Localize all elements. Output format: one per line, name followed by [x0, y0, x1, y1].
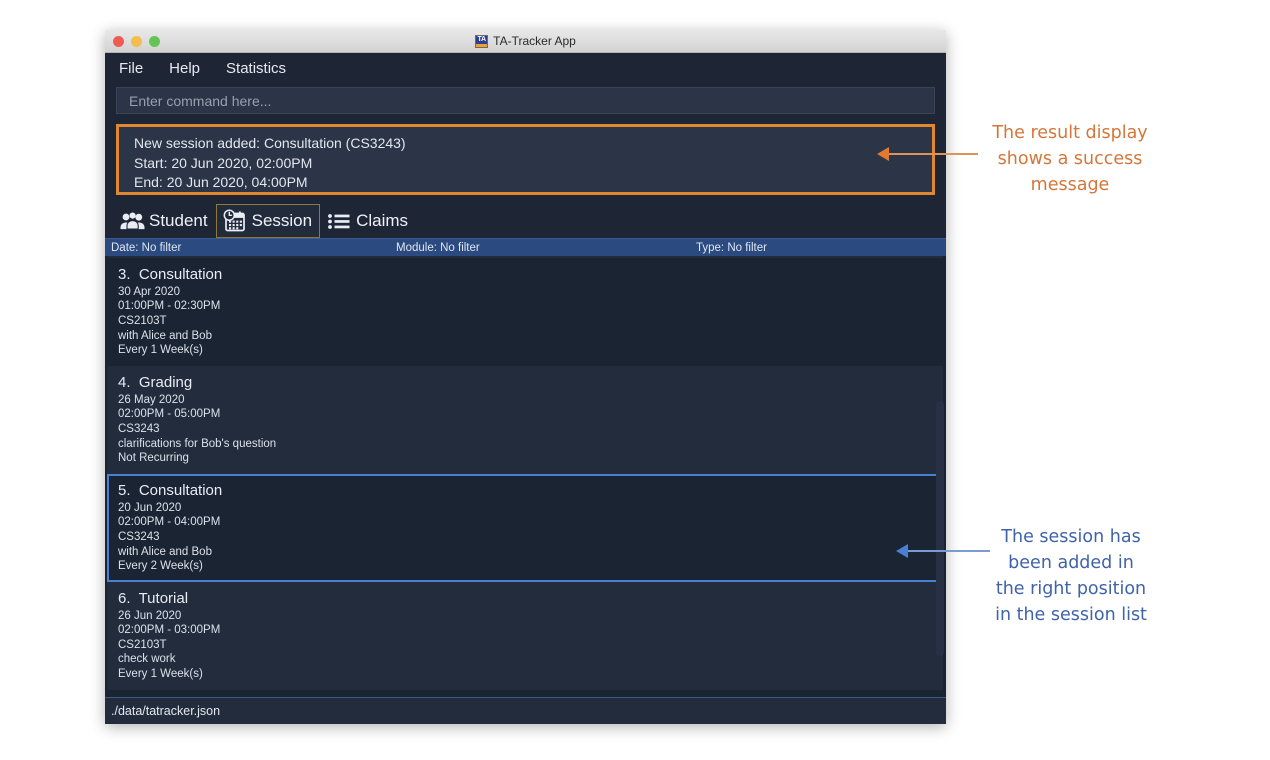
window-title-group: TA-Tracker App	[105, 34, 946, 48]
app-window: TA-Tracker App File Help Statistics Ente…	[105, 30, 946, 724]
session-recurrence: Not Recurring	[118, 452, 189, 465]
result-annotation-line-1: The result display	[992, 123, 1148, 143]
bulleted-list-icon	[326, 209, 352, 233]
session-time: 02:00PM - 03:00PM	[118, 624, 221, 637]
close-button[interactable]	[113, 35, 124, 47]
session-description: clarifications for Bob's question	[118, 437, 277, 450]
command-input-wrapper: Enter command here...	[105, 87, 946, 114]
session-recurrence: Every 2 Week(s)	[118, 560, 203, 573]
minimize-button[interactable]	[131, 35, 142, 47]
session-time: 02:00PM - 05:00PM	[118, 408, 221, 421]
result-annotation-arrow	[877, 147, 889, 161]
tab-student[interactable]: Student	[113, 204, 216, 238]
session-list-inner: CS2103T grade group 1 first Not Recurrin…	[105, 256, 946, 690]
session-description: with Alice and Bob	[118, 545, 212, 558]
session-date: 20 Jun 2020	[118, 501, 182, 514]
table-row[interactable]: 3. Consultation 30 Apr 2020 01:00PM - 02…	[107, 257, 943, 366]
menu-item-statistics[interactable]: Statistics	[226, 60, 286, 77]
result-annotation-line-3: message	[1030, 175, 1110, 195]
session-description: with Alice and Bob	[118, 329, 212, 342]
ta-tracker-app-icon	[475, 34, 489, 48]
menu-item-file[interactable]: File	[119, 60, 143, 77]
filter-type[interactable]: Type: No filter	[696, 242, 767, 254]
result-display-wrapper: New session added: Consultation (CS3243)…	[105, 124, 946, 195]
result-annotation-text: The result display shows a success messa…	[986, 120, 1154, 198]
session-date: 26 Jun 2020	[118, 609, 182, 622]
session-description: check work	[118, 653, 176, 666]
filter-bar: Date: No filter Module: No filter Type: …	[105, 238, 946, 256]
session-annotation-line-4: in the session list	[995, 605, 1147, 625]
session-module: CS3243	[118, 422, 160, 435]
result-annotation-line	[885, 153, 978, 155]
screenshot-stage: TA-Tracker App File Help Statistics Ente…	[0, 0, 1270, 760]
tabbar: Student Session Claims	[105, 202, 946, 238]
filter-module[interactable]: Module: No filter	[396, 242, 480, 254]
tab-claims-label: Claims	[356, 210, 409, 230]
tab-session[interactable]: Session	[215, 204, 321, 238]
command-input-placeholder: Enter command here...	[129, 92, 272, 109]
menubar: File Help Statistics	[105, 53, 946, 83]
session-time: 01:00PM - 02:30PM	[118, 300, 221, 313]
window-titlebar: TA-Tracker App	[105, 30, 946, 53]
result-display: New session added: Consultation (CS3243)…	[116, 124, 935, 195]
people-group-icon	[119, 209, 145, 233]
session-title: 4. Grading	[118, 373, 193, 391]
window-title: TA-Tracker App	[493, 34, 576, 48]
session-module: CS2103T	[118, 314, 167, 327]
session-time: 02:00PM - 04:00PM	[118, 516, 221, 529]
traffic-lights	[113, 35, 160, 47]
result-line-1: New session added: Consultation (CS3243)	[134, 135, 406, 151]
session-annotation-line-3: the right position	[995, 579, 1147, 599]
session-date: 30 Apr 2020	[118, 285, 181, 298]
result-annotation-line-2: shows a success	[997, 149, 1143, 169]
command-input[interactable]: Enter command here...	[116, 87, 935, 114]
table-row[interactable]: 6. Tutorial 26 Jun 2020 02:00PM - 03:00P…	[107, 581, 943, 690]
session-recurrence: Every 1 Week(s)	[118, 344, 203, 357]
result-line-2: Start: 20 Jun 2020, 02:00PM	[134, 154, 313, 171]
session-annotation-line-2: been added in	[1008, 553, 1134, 573]
menu-item-help[interactable]: Help	[169, 60, 200, 77]
session-list: CS2103T grade group 1 first Not Recurrin…	[105, 256, 946, 697]
session-title: 6. Tutorial	[118, 589, 189, 607]
table-row[interactable]: 5. Consultation 20 Jun 2020 02:00PM - 04…	[107, 473, 943, 582]
tab-student-label: Student	[149, 210, 208, 230]
session-annotation-text: The session has been added in the right …	[986, 524, 1156, 628]
session-module: CS3243	[118, 530, 160, 543]
tab-claims[interactable]: Claims	[320, 204, 416, 238]
session-annotation-line-1: The session has	[1001, 527, 1141, 547]
calendar-clock-icon	[222, 208, 248, 233]
session-list-scrollbar[interactable]	[936, 401, 944, 656]
status-bar-path: ./data/tatracker.json	[111, 704, 221, 718]
session-module: CS2103T	[118, 638, 167, 651]
session-title: 5. Consultation	[118, 481, 223, 499]
tab-session-label: Session	[251, 210, 313, 230]
table-row[interactable]: 4. Grading 26 May 2020 02:00PM - 05:00PM…	[107, 365, 943, 474]
status-bar: ./data/tatracker.json	[105, 697, 946, 724]
session-annotation-arrow	[896, 544, 908, 558]
filter-date[interactable]: Date: No filter	[111, 242, 181, 254]
session-date: 26 May 2020	[118, 393, 185, 406]
result-line-3: End: 20 Jun 2020, 04:00PM	[134, 174, 308, 190]
zoom-button[interactable]	[149, 35, 160, 47]
session-recurrence: Every 1 Week(s)	[118, 668, 203, 681]
session-annotation-line	[906, 550, 990, 552]
session-title: 3. Consultation	[118, 265, 223, 283]
